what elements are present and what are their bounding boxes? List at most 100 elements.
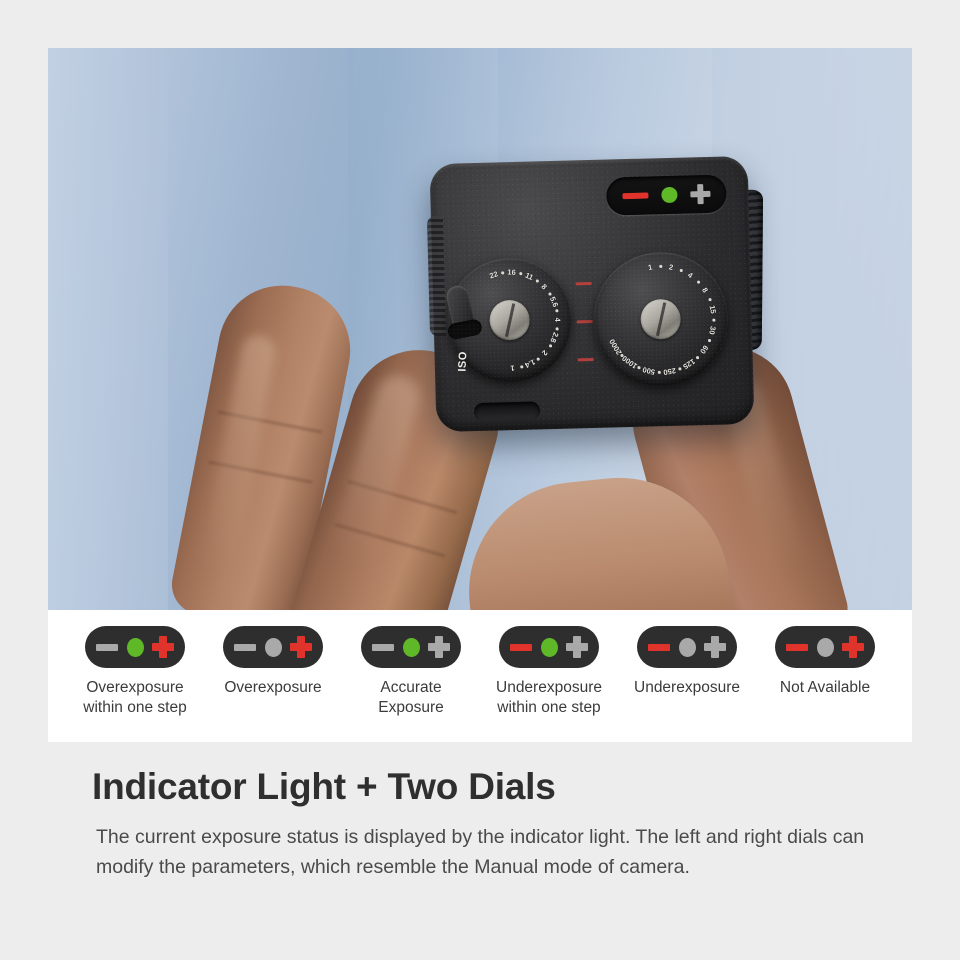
legend-item-label: Underexposure within one step (496, 678, 602, 719)
plus-icon (704, 636, 726, 658)
dial-tick-label: 15 (707, 304, 718, 315)
dial-tick-dot (519, 272, 522, 275)
dial-tick-dot (697, 280, 700, 284)
dial-tick-label: 500 (641, 365, 656, 377)
dial-tick-label: 8 (539, 282, 549, 292)
status-dot-icon (402, 637, 420, 657)
plus-icon (842, 636, 864, 658)
indicator-badge (223, 626, 323, 668)
dial-tick-dot (679, 268, 683, 272)
indicator-badge (85, 626, 185, 668)
page-headline: Indicator Light + Two Dials (92, 766, 556, 807)
dial-tick-dot (555, 327, 559, 331)
minus-icon (372, 643, 394, 651)
page-body-copy: The current exposure status is displayed… (96, 826, 865, 879)
status-dot-icon (661, 186, 678, 204)
plus-icon (690, 184, 711, 205)
legend-item: Overexposure within one step (66, 626, 204, 742)
dial-tick-dot (620, 353, 624, 357)
indicator-badge (775, 626, 875, 668)
legend-label-line: Underexposure (496, 679, 602, 696)
indicator-badge (637, 626, 737, 668)
dial-tick-dot (659, 264, 662, 268)
dial-tick-dot (707, 339, 711, 342)
legend-label-line: Not Available (779, 679, 871, 696)
dial-tick-label: 5.6 (547, 295, 561, 309)
dial-tick-label: 2 (540, 348, 550, 358)
minus-icon (622, 192, 649, 200)
status-dot-icon (126, 637, 144, 657)
index-mark (575, 282, 592, 286)
dial-tick-label: 125 (681, 356, 697, 372)
legend-label-line: Accurate (380, 679, 442, 696)
index-mark (576, 319, 593, 324)
dial-tick-dot (536, 357, 540, 361)
plus-icon (290, 636, 312, 658)
dial-tick-dot (708, 298, 712, 301)
legend-item: Underexposure (618, 626, 756, 742)
plus-icon (428, 636, 450, 658)
dial-tick-label: 1000 (620, 353, 640, 371)
dial-tick-label: 30 (707, 325, 718, 336)
status-dot-icon (540, 637, 558, 657)
plus-icon (566, 636, 588, 658)
legend-item-label: Accurate Exposure (378, 678, 443, 719)
dial-tick-label: 2000 (607, 337, 624, 357)
iso-label: ISO (456, 350, 470, 372)
dial-tick-label: 1 (510, 363, 515, 373)
dial-tick-dot (548, 292, 552, 296)
dial-tick-label: 1.4 (523, 357, 537, 370)
dial-tick-dot (657, 370, 661, 374)
dial-tick-label: 250 (662, 365, 677, 377)
legend-label-line: within one step (497, 699, 601, 717)
indicator-badge (499, 626, 599, 668)
dial-tick-label: 16 (507, 267, 516, 277)
dial-screw-icon (640, 298, 682, 340)
indicator-legend: Overexposure within one step Overexposure A… (48, 610, 912, 742)
dial-tick-label: 2 (668, 262, 674, 273)
dial-tick-dot (549, 344, 552, 347)
dial-tick-dot (520, 365, 523, 368)
minus-icon (510, 643, 532, 651)
legend-item-label: Overexposure (224, 678, 321, 698)
minus-icon (786, 643, 808, 651)
product-feature-page: ISO 22 16 11 8 5.6 4 2.8 2 1.4 1 1 2 4 8 15 30 60 125 250… (0, 0, 960, 960)
dial-tick-label: 8 (700, 285, 710, 295)
dial-tick-label: 60 (698, 343, 711, 356)
legend-label-line: Overexposure (224, 679, 322, 696)
status-dot-icon (816, 637, 834, 657)
dial-lever[interactable] (444, 283, 477, 334)
device-slot (473, 401, 541, 422)
minus-icon (96, 643, 118, 651)
dial-tick-label: 11 (523, 270, 535, 283)
legend-item: Not Available (756, 626, 894, 742)
dial-tick-label: 22 (488, 269, 500, 281)
dial-tick-label: 4 (553, 317, 563, 322)
device-grip-ridges (426, 215, 447, 337)
legend-item-label: Not Available (780, 678, 870, 698)
legend-label-line: Exposure (378, 699, 444, 717)
dial-tick-dot (678, 367, 682, 371)
light-meter-device: ISO 22 16 11 8 5.6 4 2.8 2 1.4 1 1 2 4 8 15 30 60 125 250… (426, 155, 764, 433)
dial-tick-dot (696, 356, 699, 359)
legend-item: Underexposure within one step (480, 626, 618, 742)
legend-item-label: Overexposure within one step (83, 678, 186, 719)
dial-tick-label: 4 (686, 270, 695, 281)
dial-screw-icon (489, 299, 531, 341)
legend-label-line: Underexposure (634, 679, 740, 696)
legend-item: Overexposure (204, 626, 342, 742)
device-indicator-window (605, 174, 727, 216)
dial-tick-dot (501, 271, 504, 275)
status-dot-icon (264, 637, 282, 657)
dial-tick-dot (637, 366, 641, 369)
minus-icon (648, 643, 670, 651)
indicator-badge (361, 626, 461, 668)
plus-icon (152, 636, 174, 658)
dial-tick-dot (535, 279, 539, 283)
legend-label-line: within one step (83, 699, 187, 717)
dial-lever-slot (446, 318, 484, 341)
legend-item-label: Underexposure (634, 678, 740, 698)
dial-tick-label: 1 (647, 262, 654, 273)
index-mark (577, 357, 594, 362)
dial-tick-label: 2.8 (548, 331, 561, 344)
